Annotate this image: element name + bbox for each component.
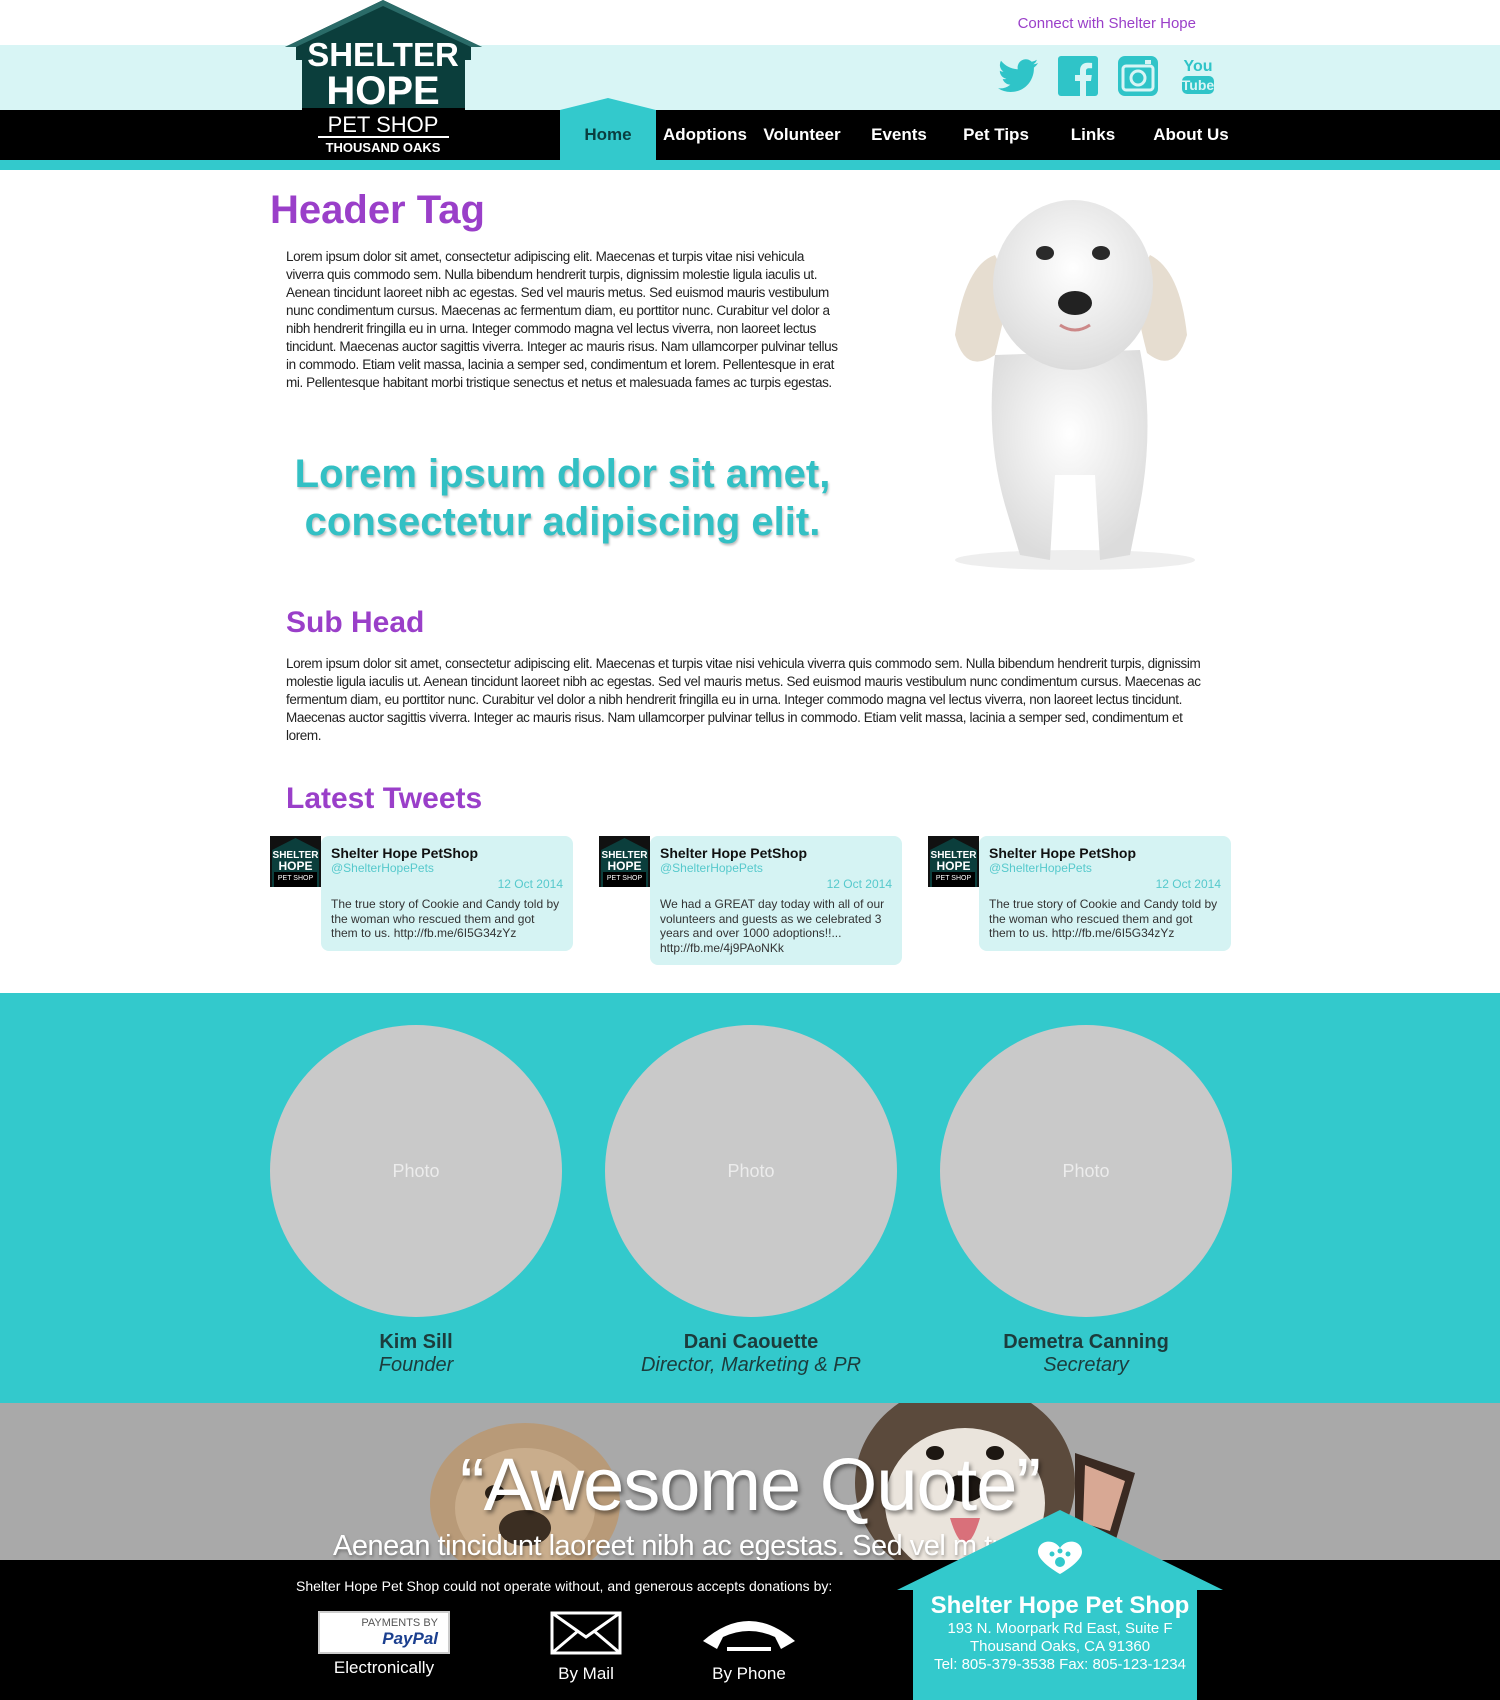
- svg-text:PET SHOP: PET SHOP: [278, 875, 314, 882]
- member-name: Demetra Canning: [1003, 1331, 1169, 1353]
- youtube-icon[interactable]: You Tube: [1176, 54, 1220, 98]
- social-links: You Tube: [996, 54, 1220, 98]
- quote-title: “Awesome Quote”: [460, 1443, 1041, 1526]
- tweet-handle[interactable]: @ShelterHopePets: [660, 861, 892, 875]
- nav-links[interactable]: Links: [1044, 110, 1142, 160]
- donate-electronically[interactable]: PAYMENTS BY PayPal Electronically: [318, 1611, 450, 1678]
- member-photo-placeholder: Photo: [940, 1025, 1232, 1317]
- social-band: [0, 45, 1500, 110]
- svg-text:HOPE: HOPE: [936, 859, 970, 873]
- nav-about-us[interactable]: About Us: [1142, 110, 1240, 160]
- pull-quote-line-2: consectetur adipiscing elit.: [304, 500, 821, 544]
- tweet-date: 12 Oct 2014: [1155, 877, 1221, 891]
- tweet-bubble: Shelter Hope PetShop @ShelterHopePets 12…: [979, 836, 1231, 951]
- member-name: Dani Caouette: [683, 1331, 819, 1353]
- paypal-badge[interactable]: PAYMENTS BY PayPal: [318, 1611, 450, 1654]
- svg-text:You: You: [1183, 58, 1212, 75]
- team-member: Photo Kim Sill Founder: [270, 1025, 562, 1377]
- connect-label: Connect with Shelter Hope: [1017, 15, 1196, 32]
- nav-volunteer[interactable]: Volunteer: [754, 110, 850, 160]
- pull-quote-line-1: Lorem ipsum dolor sit amet,: [294, 452, 831, 496]
- intro-paragraph: Lorem ipsum dolor sit amet, consectetur …: [286, 249, 838, 390]
- donate-by-mail[interactable]: By Mail: [550, 1611, 622, 1684]
- phone-icon: [703, 1621, 795, 1651]
- donate-by-phone-label: By Phone: [712, 1664, 786, 1683]
- team-member: Photo Demetra Canning Secretary: [940, 1025, 1232, 1377]
- instagram-icon[interactable]: [1116, 54, 1160, 98]
- tweet-text: We had a GREAT day today with all of our…: [660, 897, 885, 955]
- member-role: Founder: [378, 1354, 454, 1376]
- tweet-avatar: SHELTER HOPE PET SHOP: [928, 836, 979, 887]
- pull-quote: Lorem ipsum dolor sit amet, consectetur …: [290, 450, 835, 546]
- contact-phone[interactable]: Tel: 805-379-3538 Fax: 805-123-1234: [912, 1656, 1208, 1674]
- logo-shelter-text: SHELTER: [307, 36, 459, 73]
- shelter-hope-logo[interactable]: SHELTER HOPE PET SHOP THOUSAND OAKS: [285, 0, 482, 160]
- nav-home[interactable]: Home: [560, 98, 656, 160]
- tweet-avatar: SHELTER HOPE PET SHOP: [270, 836, 321, 887]
- tweet-author: Shelter Hope PetShop: [660, 845, 808, 861]
- page-title: Header Tag: [270, 188, 485, 232]
- nav-pet-tips[interactable]: Pet Tips: [948, 110, 1044, 160]
- white-dog-image: [955, 200, 1195, 570]
- contact-address-line-2: Thousand Oaks, CA 91360: [969, 1638, 1151, 1655]
- logo-thousand-oaks-text: THOUSAND OAKS: [326, 140, 441, 155]
- logo-hope-text: HOPE: [326, 69, 439, 113]
- tweet-date: 12 Oct 2014: [826, 877, 892, 891]
- member-photo-placeholder: Photo: [605, 1025, 897, 1317]
- page: Connect with Shelter Hope You Tube Home A…: [0, 0, 1500, 1700]
- paypal-brand: PayPal: [382, 1628, 438, 1648]
- svg-text:PET SHOP: PET SHOP: [607, 875, 643, 882]
- donate-by-phone[interactable]: By Phone: [697, 1611, 801, 1684]
- nav-stripe: [0, 160, 1500, 170]
- member-role: Director, Marketing & PR: [640, 1354, 862, 1376]
- member-photo-placeholder: Photo: [270, 1025, 562, 1317]
- tweet-text: The true story of Cookie and Candy told …: [989, 897, 1218, 941]
- paypal-payments-by: PAYMENTS BY: [361, 1616, 438, 1629]
- svg-text:HOPE: HOPE: [278, 859, 312, 873]
- body-paragraph: Lorem ipsum dolor sit amet, consectetur …: [286, 656, 1201, 743]
- team-member: Photo Dani Caouette Director, Marketing …: [605, 1025, 897, 1377]
- donate-text: Shelter Hope Pet Shop could not operate …: [296, 1578, 833, 1594]
- envelope-icon: [550, 1611, 622, 1655]
- tweet-avatar: SHELTER HOPE PET SHOP: [599, 836, 650, 887]
- twitter-icon[interactable]: [996, 54, 1040, 98]
- latest-tweets-heading: Latest Tweets: [286, 782, 483, 815]
- member-role: Secretary: [1043, 1354, 1129, 1376]
- tweet-bubble: Shelter Hope PetShop @ShelterHopePets 12…: [321, 836, 573, 951]
- tweet-author: Shelter Hope PetShop: [989, 845, 1137, 861]
- contact-title: Shelter Hope Pet Shop: [930, 1592, 1190, 1619]
- tweet-bubble: Shelter Hope PetShop @ShelterHopePets 12…: [650, 836, 902, 966]
- facebook-icon[interactable]: [1056, 54, 1100, 98]
- member-name: Kim Sill: [379, 1331, 453, 1353]
- tweet-date: 12 Oct 2014: [497, 877, 563, 891]
- sub-head: Sub Head: [286, 606, 425, 639]
- tweet-author: Shelter Hope PetShop: [331, 845, 479, 861]
- contact-address-line-1: 193 N. Moorpark Rd East, Suite F: [947, 1620, 1173, 1637]
- tweet-text: The true story of Cookie and Candy told …: [331, 897, 560, 941]
- nav-adoptions[interactable]: Adoptions: [656, 110, 754, 160]
- logo-petshop-text: PET SHOP: [328, 112, 439, 137]
- contact-info: Shelter Hope Pet Shop 193 N. Moorpark Rd…: [912, 1592, 1208, 1674]
- tweet-handle[interactable]: @ShelterHopePets: [331, 861, 563, 875]
- nav-events[interactable]: Events: [850, 110, 948, 160]
- svg-text:Tube: Tube: [1182, 77, 1215, 93]
- donate-by-mail-label: By Mail: [558, 1664, 614, 1683]
- main-nav: Home Adoptions Volunteer Events Pet Tips…: [560, 98, 1240, 160]
- donate-electronically-label: Electronically: [333, 1658, 435, 1677]
- svg-text:HOPE: HOPE: [607, 859, 641, 873]
- tweet-handle[interactable]: @ShelterHopePets: [989, 861, 1221, 875]
- svg-text:PET SHOP: PET SHOP: [936, 875, 972, 882]
